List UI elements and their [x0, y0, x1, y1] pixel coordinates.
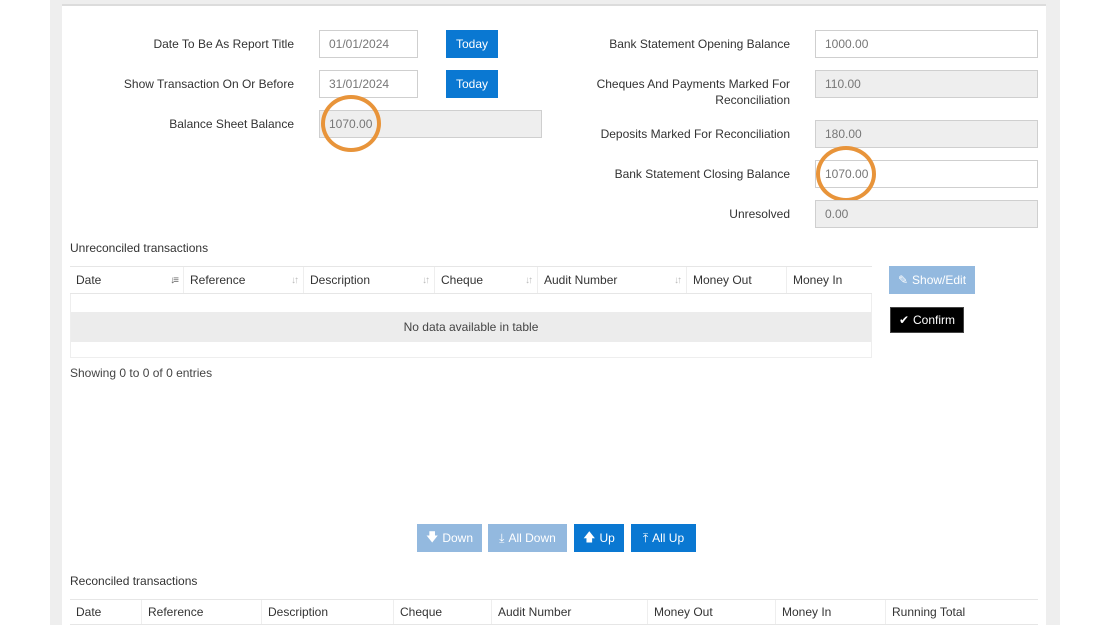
cheques-marked-label-line1: Cheques And Payments Marked For	[596, 77, 790, 91]
move-all-up-button[interactable]: ⤒ All Up	[631, 524, 696, 552]
col-header-date[interactable]: Date ↓≡	[70, 267, 184, 293]
deposits-marked-label: Deposits Marked For Reconciliation	[600, 127, 790, 141]
highlight-circle-closing-balance	[816, 146, 876, 202]
sort-icon: ↓↑	[525, 275, 533, 286]
rec-col-header-date[interactable]: Date	[70, 600, 142, 624]
rec-col-header-audit-number-label: Audit Number	[498, 605, 572, 619]
empty-table-message: No data available in table	[70, 312, 872, 342]
upload-icon: ⤒	[642, 530, 649, 545]
col-header-money-out-label: Money Out	[693, 273, 752, 287]
move-up-label: Up	[599, 531, 615, 545]
unreconciled-title: Unreconciled transactions	[70, 241, 209, 255]
arrow-down-icon: 🡇	[425, 529, 439, 544]
rec-col-header-reference-label: Reference	[148, 605, 204, 619]
rec-col-header-reference[interactable]: Reference	[142, 600, 262, 624]
report-title-date-label: Date To Be As Report Title	[153, 37, 294, 51]
col-header-money-out[interactable]: Money Out	[687, 267, 787, 293]
reconciled-title: Reconciled transactions	[70, 574, 198, 588]
reconciled-table-header: Date Reference Description Cheque Audit …	[70, 599, 1038, 625]
table-info-text: Showing 0 to 0 of 0 entries	[70, 366, 213, 380]
move-down-button[interactable]: 🡇 Down	[417, 524, 482, 552]
cheques-marked-label-line2: Reconciliation	[715, 93, 790, 107]
unresolved-label: Unresolved	[729, 207, 790, 221]
closing-balance-label: Bank Statement Closing Balance	[614, 167, 790, 181]
move-all-down-button[interactable]: ⤓ All Down	[488, 524, 567, 552]
move-up-button[interactable]: 🡅 Up	[574, 524, 624, 552]
balance-sheet-label: Balance Sheet Balance	[169, 117, 294, 131]
move-all-up-label: All Up	[652, 531, 685, 545]
move-all-down-label: All Down	[508, 531, 556, 545]
col-header-reference-label: Reference	[190, 273, 246, 287]
rec-col-header-money-out[interactable]: Money Out	[648, 600, 776, 624]
sort-icon: ↓↑	[291, 275, 299, 286]
rec-col-header-money-out-label: Money Out	[654, 605, 713, 619]
cheques-marked-label: Cheques And Payments Marked For Reconcil…	[580, 76, 790, 108]
report-title-date-input[interactable]	[319, 30, 418, 58]
opening-balance-input[interactable]	[815, 30, 1038, 58]
check-icon: ✔	[898, 313, 910, 327]
col-header-money-in-label: Money In	[793, 273, 843, 287]
rec-col-header-date-label: Date	[76, 605, 102, 619]
report-title-today-button[interactable]: Today	[446, 30, 498, 58]
col-header-money-in[interactable]: Money In	[787, 267, 872, 293]
col-header-audit-number[interactable]: Audit Number ↓↑	[538, 267, 687, 293]
show-before-date-input[interactable]	[319, 70, 418, 98]
rec-col-header-cheque[interactable]: Cheque	[394, 600, 492, 624]
rec-col-header-cheque-label: Cheque	[400, 605, 443, 619]
rec-col-header-running-total-label: Running Total	[892, 605, 966, 619]
rec-col-header-description[interactable]: Description	[262, 600, 394, 624]
rec-col-header-money-in-label: Money In	[782, 605, 832, 619]
col-header-reference[interactable]: Reference ↓↑	[184, 267, 304, 293]
col-header-cheque-label: Cheque	[441, 273, 484, 287]
edit-icon: ✎	[897, 273, 909, 287]
show-before-today-button[interactable]: Today	[446, 70, 498, 98]
unresolved-field	[815, 200, 1038, 228]
deposits-marked-field	[815, 120, 1038, 148]
col-header-audit-number-label: Audit Number	[544, 273, 618, 287]
col-header-description-label: Description	[310, 273, 371, 287]
move-down-label: Down	[442, 531, 474, 545]
sort-asc-icon: ↓≡	[170, 275, 179, 286]
col-header-date-label: Date	[76, 273, 102, 287]
col-header-description[interactable]: Description ↓↑	[304, 267, 435, 293]
arrow-up-icon: 🡅	[583, 529, 596, 544]
unreconciled-table-header: Date ↓≡ Reference ↓↑ Description ↓↑ Cheq…	[70, 266, 872, 294]
rec-col-header-audit-number[interactable]: Audit Number	[492, 600, 648, 624]
download-icon: ⤓	[499, 530, 505, 545]
rec-col-header-description-label: Description	[268, 605, 329, 619]
sort-icon: ↓↑	[422, 275, 430, 286]
cheques-marked-field	[815, 70, 1038, 98]
confirm-button[interactable]: ✔ Confirm	[890, 307, 964, 333]
col-header-cheque[interactable]: Cheque ↓↑	[435, 267, 538, 293]
highlight-circle-balance-sheet	[321, 95, 381, 152]
show-edit-label: Show/Edit	[912, 273, 967, 287]
show-before-label: Show Transaction On Or Before	[123, 77, 294, 91]
confirm-label: Confirm	[913, 313, 956, 327]
show-edit-button[interactable]: ✎ Show/Edit	[889, 266, 975, 294]
opening-balance-label: Bank Statement Opening Balance	[609, 37, 790, 51]
sort-icon: ↓↑	[674, 275, 682, 286]
rec-col-header-running-total[interactable]: Running Total	[886, 600, 1038, 624]
rec-col-header-money-in[interactable]: Money In	[776, 600, 886, 624]
